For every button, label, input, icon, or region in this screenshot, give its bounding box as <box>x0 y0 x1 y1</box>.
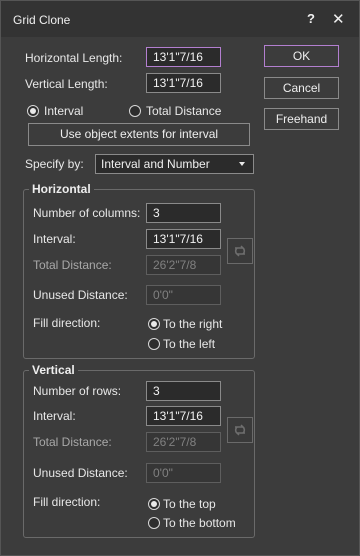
swap-icon <box>234 424 246 436</box>
fill-left-radio[interactable] <box>148 338 160 350</box>
interval-radio-label: Interval <box>44 104 84 118</box>
horizontal-interval-label: Interval: <box>33 232 76 246</box>
horizontal-unused-field: 0'0" <box>146 285 221 305</box>
rows-field[interactable]: 3 <box>146 381 221 401</box>
columns-field[interactable]: 3 <box>146 203 221 223</box>
title-bar: Grid Clone ? ✕ <box>1 1 359 37</box>
vertical-length-label: Vertical Length: <box>25 77 108 91</box>
interval-radio[interactable] <box>27 105 39 117</box>
horizontal-length-label: Horizontal Length: <box>25 51 123 65</box>
rows-label: Number of rows: <box>33 384 122 398</box>
chevron-down-icon <box>239 162 245 166</box>
horizontal-length-field[interactable]: 13'1"7/16 <box>146 47 221 67</box>
total-distance-radio-label: Total Distance <box>146 104 222 118</box>
grid-clone-dialog: Grid Clone ? ✕ Horizontal Length: 13'1"7… <box>0 0 360 556</box>
vertical-total-label: Total Distance: <box>33 435 112 449</box>
freehand-button[interactable]: Freehand <box>264 108 339 130</box>
vertical-total-field: 26'2"7/8 <box>146 432 221 452</box>
horizontal-swap-button[interactable] <box>227 238 253 264</box>
fill-bottom-label: To the bottom <box>163 516 236 530</box>
vertical-group-title: Vertical <box>29 363 78 377</box>
horizontal-unused-label: Unused Distance: <box>33 288 128 302</box>
horizontal-total-label: Total Distance: <box>33 258 112 272</box>
horizontal-total-field: 26'2"7/8 <box>146 255 221 275</box>
fill-top-label: To the top <box>163 497 216 511</box>
help-button[interactable]: ? <box>307 11 315 26</box>
vertical-length-field[interactable]: 13'1"7/16 <box>146 73 221 93</box>
ok-button[interactable]: OK <box>264 45 339 67</box>
cancel-button[interactable]: Cancel <box>264 77 339 99</box>
vertical-fill-label: Fill direction: <box>33 495 101 509</box>
columns-label: Number of columns: <box>33 206 141 220</box>
vertical-swap-button[interactable] <box>227 417 253 443</box>
specify-by-label: Specify by: <box>25 157 84 171</box>
vertical-interval-label: Interval: <box>33 409 76 423</box>
horizontal-interval-field[interactable]: 13'1"7/16 <box>146 229 221 249</box>
fill-left-label: To the left <box>163 337 216 351</box>
fill-right-label: To the right <box>163 317 223 331</box>
total-distance-radio[interactable] <box>129 105 141 117</box>
vertical-unused-field: 0'0" <box>146 463 221 483</box>
horizontal-group-title: Horizontal <box>29 182 94 196</box>
dialog-title: Grid Clone <box>13 13 71 27</box>
specify-by-value: Interval and Number <box>101 157 210 171</box>
use-extents-button[interactable]: Use object extents for interval <box>28 123 250 146</box>
fill-top-radio[interactable] <box>148 498 160 510</box>
specify-by-dropdown[interactable]: Interval and Number <box>95 154 254 174</box>
close-icon[interactable]: ✕ <box>332 10 345 28</box>
swap-icon <box>234 245 246 257</box>
vertical-unused-label: Unused Distance: <box>33 466 128 480</box>
horizontal-fill-label: Fill direction: <box>33 316 101 330</box>
vertical-interval-field[interactable]: 13'1"7/16 <box>146 406 221 426</box>
fill-bottom-radio[interactable] <box>148 517 160 529</box>
fill-right-radio[interactable] <box>148 318 160 330</box>
